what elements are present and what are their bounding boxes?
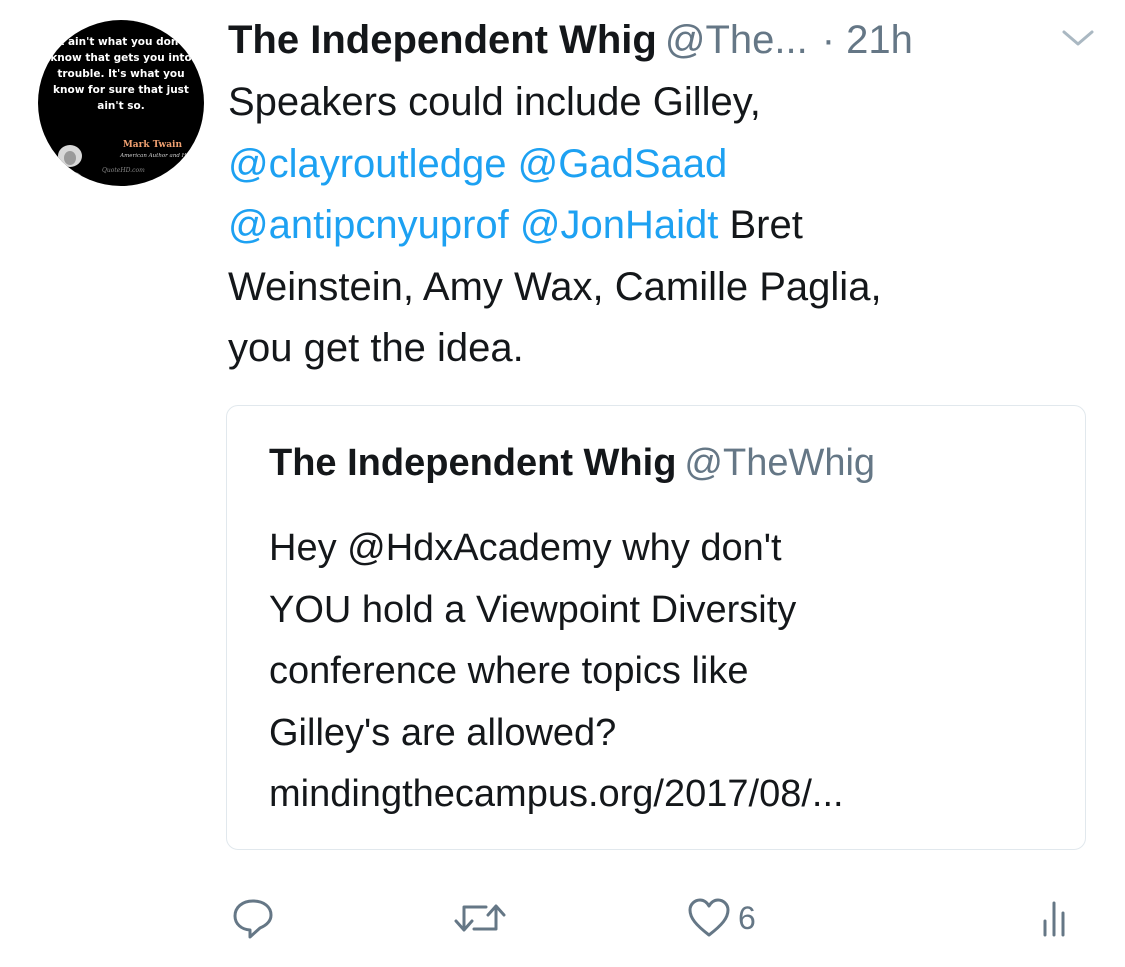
analytics-button[interactable] (1040, 890, 1070, 946)
author-handle[interactable]: @The... (665, 18, 808, 62)
analytics-icon (1040, 895, 1070, 941)
reply-icon (230, 895, 276, 941)
retweet-icon (452, 895, 508, 941)
quoted-link-line: mindingthecampus.org/2017/08/... (269, 764, 1069, 826)
chevron-down-icon[interactable] (1058, 22, 1098, 52)
like-count: 6 (738, 900, 756, 937)
like-button[interactable]: 6 (686, 890, 756, 946)
quoted-author-handle: @TheWhig (684, 442, 875, 484)
reply-button[interactable] (230, 890, 276, 946)
avatar[interactable]: It ain't what you don't know that gets y… (38, 20, 204, 186)
quoted-tweet-card[interactable]: The Independent Whig@TheWhig Hey @HdxAca… (226, 405, 1086, 850)
quoted-author-display-name: The Independent Whig (269, 442, 676, 484)
avatar-subtitle-text: American Author and Hu (120, 153, 190, 159)
tweet-text-line: Speakers could include Gilley, (228, 72, 1088, 134)
tweet-text-fragment: Bret (718, 203, 802, 247)
quoted-text-line: conference where topics like (269, 641, 1069, 703)
quoted-tweet-text: Hey @HdxAcademy why don't YOU hold a Vie… (269, 518, 1069, 826)
tweet-text-line: @antipcnyuprof @JonHaidt Bret (228, 195, 1088, 257)
heart-icon (686, 895, 732, 941)
tweet-mentions-line[interactable]: @clayroutledge @GadSaad (228, 134, 1088, 196)
avatar-portrait-icon (48, 138, 92, 178)
avatar-quote-text: It ain't what you don't know that gets y… (46, 34, 196, 114)
tweet-text: Speakers could include Gilley, @clayrout… (228, 72, 1088, 380)
quoted-text-line: YOU hold a Viewpoint Diversity (269, 580, 1069, 642)
quoted-text-line: Gilley's are allowed? (269, 703, 1069, 765)
quoted-tweet-header: The Independent Whig@TheWhig (269, 442, 875, 485)
tweet-text-line: you get the idea. (228, 318, 1088, 380)
author-display-name[interactable]: The Independent Whig (228, 18, 657, 62)
tweet-text-line: Weinstein, Amy Wax, Camille Paglia, (228, 257, 1088, 319)
avatar-author-text: Mark Twain (123, 140, 182, 150)
tweet-actions: 6 (0, 890, 1125, 950)
quoted-text-line: Hey @HdxAcademy why don't (269, 518, 1069, 580)
tweet-header: The Independent Whig@The... · 21h (228, 14, 1098, 66)
tweet-mentions[interactable]: @antipcnyuprof @JonHaidt (228, 203, 718, 247)
avatar-site-text: QuoteHD.com (102, 167, 145, 174)
tweet-timestamp[interactable]: · 21h (822, 18, 913, 62)
retweet-button[interactable] (452, 890, 508, 946)
